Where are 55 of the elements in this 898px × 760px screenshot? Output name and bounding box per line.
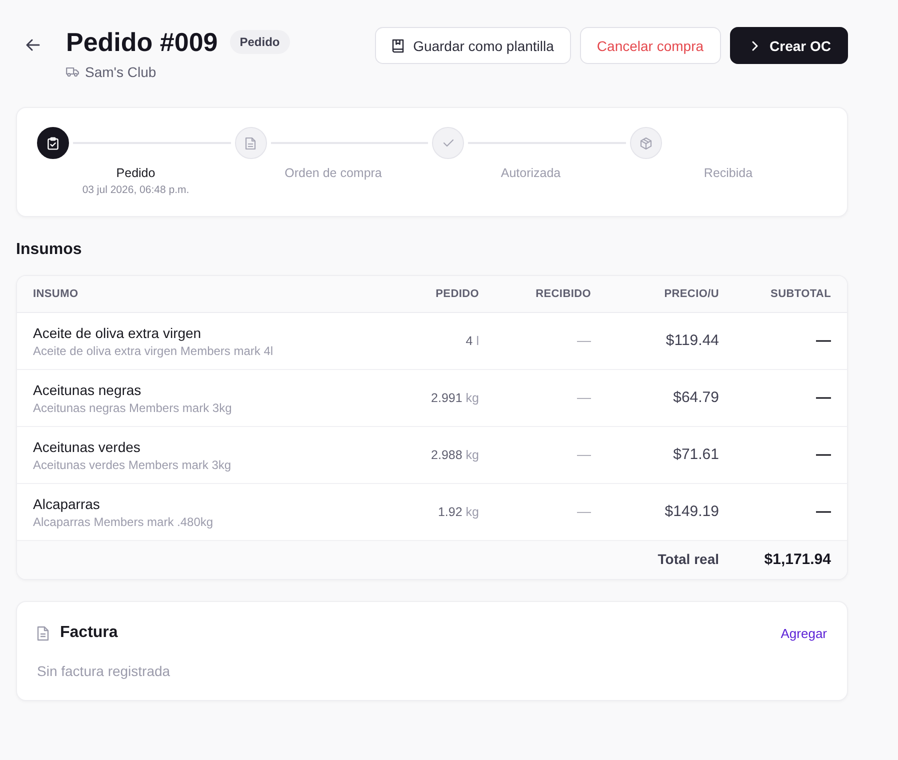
ordered-amount: 1.92 (438, 505, 462, 519)
step-date: 03 jul 2026, 06:48 p.m. (82, 183, 190, 197)
supply-name: Aceitunas verdes (33, 438, 140, 456)
ordered-unit: kg (466, 505, 479, 519)
supply-description: Aceite de oliva extra virgen Members mark 4l (33, 344, 274, 358)
supply-description: Alcaparras Members mark .480kg (33, 514, 214, 530)
ordered-amount: 2.988 (431, 448, 462, 462)
ordered-unit: l (476, 334, 479, 348)
step-label: Autorizada (500, 165, 561, 181)
supply-name: Aceitunas negras (33, 380, 142, 398)
section-title: Insumos (16, 240, 82, 260)
received-value: — (577, 446, 591, 462)
supply-description: Aceitunas verdes Members mark 3kg (33, 458, 232, 472)
subtotal-value: — (816, 446, 831, 463)
order-title: Pedido #009 (66, 27, 218, 57)
ordered-amount: 2.991 (431, 391, 462, 405)
chevron-right-icon (752, 40, 758, 50)
unit-price: $71.61 (673, 446, 719, 463)
supply-name: Alcaparras (33, 494, 100, 512)
subtotal-value: — (816, 389, 831, 406)
total-value: $1,171.94 (764, 551, 831, 568)
empty-state-text: Sin factura registrada (37, 662, 170, 681)
supply-description: Aceitunas negras Members mark 3kg (33, 400, 232, 416)
add-invoice-link[interactable]: Agregar (780, 626, 827, 640)
column-header: INSUMO (33, 288, 78, 300)
ordered-amount: 4 (466, 334, 473, 348)
ordered-unit: kg (466, 448, 479, 462)
status-badge: Pedido (230, 30, 290, 54)
step-label: Pedido (116, 165, 156, 181)
total-label: Total real (658, 551, 719, 567)
received-value: — (577, 389, 591, 405)
supplier-name: Sam's Club (85, 63, 156, 81)
subtotal-value: — (816, 503, 831, 520)
column-header: PRECIO/U (664, 288, 719, 300)
invoice-title: Factura (60, 624, 118, 642)
subtotal-value: — (816, 332, 831, 349)
received-value: — (577, 332, 591, 348)
received-value: — (577, 503, 591, 519)
arrow-left-icon (26, 39, 40, 51)
column-header: RECIBIDO (536, 288, 591, 300)
unit-price: $64.79 (673, 389, 719, 406)
document-icon (37, 626, 49, 640)
book-icon (392, 38, 404, 52)
step-label: Orden de compra (284, 165, 382, 181)
save-template-button[interactable]: Guardar como plantilla (375, 27, 571, 64)
unit-price: $119.44 (666, 332, 719, 349)
truck-icon (66, 67, 79, 77)
column-header: SUBTOTAL (770, 288, 831, 300)
create-order-button[interactable]: Crear OC (730, 27, 848, 64)
cancel-purchase-button[interactable]: Cancelar compra (580, 27, 721, 64)
supply-name: Aceite de oliva extra virgen (33, 324, 202, 342)
column-header: PEDIDO (436, 288, 479, 300)
ordered-unit: kg (466, 391, 479, 405)
unit-price: $149.19 (664, 503, 719, 520)
step-label: Recibida (704, 165, 753, 181)
